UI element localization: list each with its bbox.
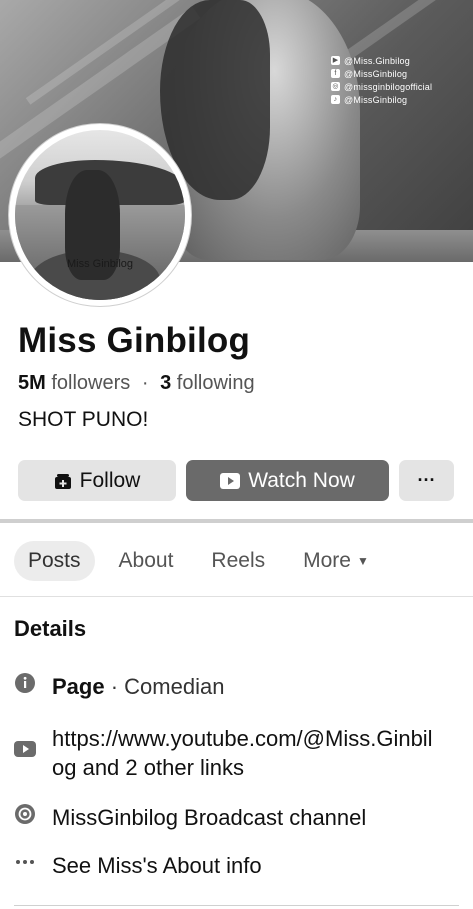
more-dots-icon <box>14 851 36 873</box>
stats-separator: · <box>141 372 149 394</box>
detail-row-broadcast[interactable]: MissGinbilog Broadcast channel <box>14 803 366 832</box>
caret-down-icon: ▼ <box>356 554 369 569</box>
tab-label: About <box>118 549 174 572</box>
detail-about-text: See Miss's About info <box>52 853 262 878</box>
social-handle-row: ◎ @missginbilogofficial <box>331 80 471 93</box>
tab-label: Reels <box>211 549 266 572</box>
profile-tabs: Posts About Reels More ▼ <box>14 541 393 581</box>
social-handle-row: ▶ @Miss.Ginbilog <box>331 54 471 67</box>
page-bio: SHOT PUNO! <box>18 408 149 431</box>
tab-posts[interactable]: Posts <box>14 541 95 581</box>
instagram-icon: ◎ <box>331 82 340 91</box>
watch-now-button[interactable]: Watch Now <box>186 460 389 501</box>
social-handle-text: @Miss.Ginbilog <box>344 55 410 66</box>
broadcast-channel-icon <box>14 803 36 825</box>
detail-page-label: Page <box>52 674 105 699</box>
following-count[interactable]: 3 <box>160 372 171 394</box>
detail-row-page: Page · Comedian <box>14 672 224 701</box>
watch-now-label: Watch Now <box>248 468 355 492</box>
follow-label: Follow <box>79 468 141 492</box>
social-handle-text: @missginbilogofficial <box>344 81 433 92</box>
detail-broadcast-text: MissGinbilog Broadcast channel <box>52 805 367 830</box>
avatar-watermark: Miss Ginbilog <box>66 258 134 270</box>
following-label[interactable]: following <box>177 372 255 394</box>
youtube-icon: ▶ <box>331 56 340 65</box>
tab-label: More <box>303 549 351 572</box>
social-handle-row: f @MissGinbilog <box>331 67 471 80</box>
page-name: Miss Ginbilog <box>18 321 251 360</box>
detail-row-links[interactable]: https://www.youtube.com/@Miss.Ginbilog a… <box>14 724 444 782</box>
follow-button[interactable]: Follow <box>18 460 176 501</box>
tab-reels[interactable]: Reels <box>197 541 279 581</box>
followers-label[interactable]: followers <box>51 372 130 394</box>
detail-page-category: · Comedian <box>104 674 225 699</box>
info-icon <box>14 672 36 694</box>
follow-icon <box>54 472 72 490</box>
followers-count[interactable]: 5M <box>18 372 46 394</box>
more-dots-icon: ··· <box>417 470 436 490</box>
tab-about[interactable]: About <box>105 541 188 581</box>
profile-avatar[interactable]: Miss Ginbilog <box>9 124 191 306</box>
tab-more[interactable]: More ▼ <box>289 541 383 581</box>
detail-links-text[interactable]: https://www.youtube.com/@Miss.Ginbilog a… <box>52 724 442 782</box>
facebook-icon: f <box>331 69 340 78</box>
tabs-divider <box>0 596 473 597</box>
avatar-image: Miss Ginbilog <box>15 130 185 300</box>
social-handle-text: @MissGinbilog <box>344 68 408 79</box>
follow-stats: 5M followers · 3 following <box>18 372 255 395</box>
social-handle-row: ♪ @MissGinbilog <box>331 93 471 106</box>
social-handle-text: @MissGinbilog <box>344 94 408 105</box>
youtube-icon <box>14 738 36 760</box>
section-divider <box>0 519 473 523</box>
cover-social-handles: ▶ @Miss.Ginbilog f @MissGinbilog ◎ @miss… <box>331 54 471 106</box>
detail-row-about[interactable]: See Miss's About info <box>14 851 262 880</box>
details-heading: Details <box>14 616 87 641</box>
play-icon <box>220 472 241 489</box>
more-options-button[interactable]: ··· <box>399 460 454 501</box>
bottom-divider <box>14 905 459 906</box>
cover-light-streak <box>343 0 473 61</box>
tiktok-icon: ♪ <box>331 95 340 104</box>
tab-label: Posts <box>28 549 81 572</box>
